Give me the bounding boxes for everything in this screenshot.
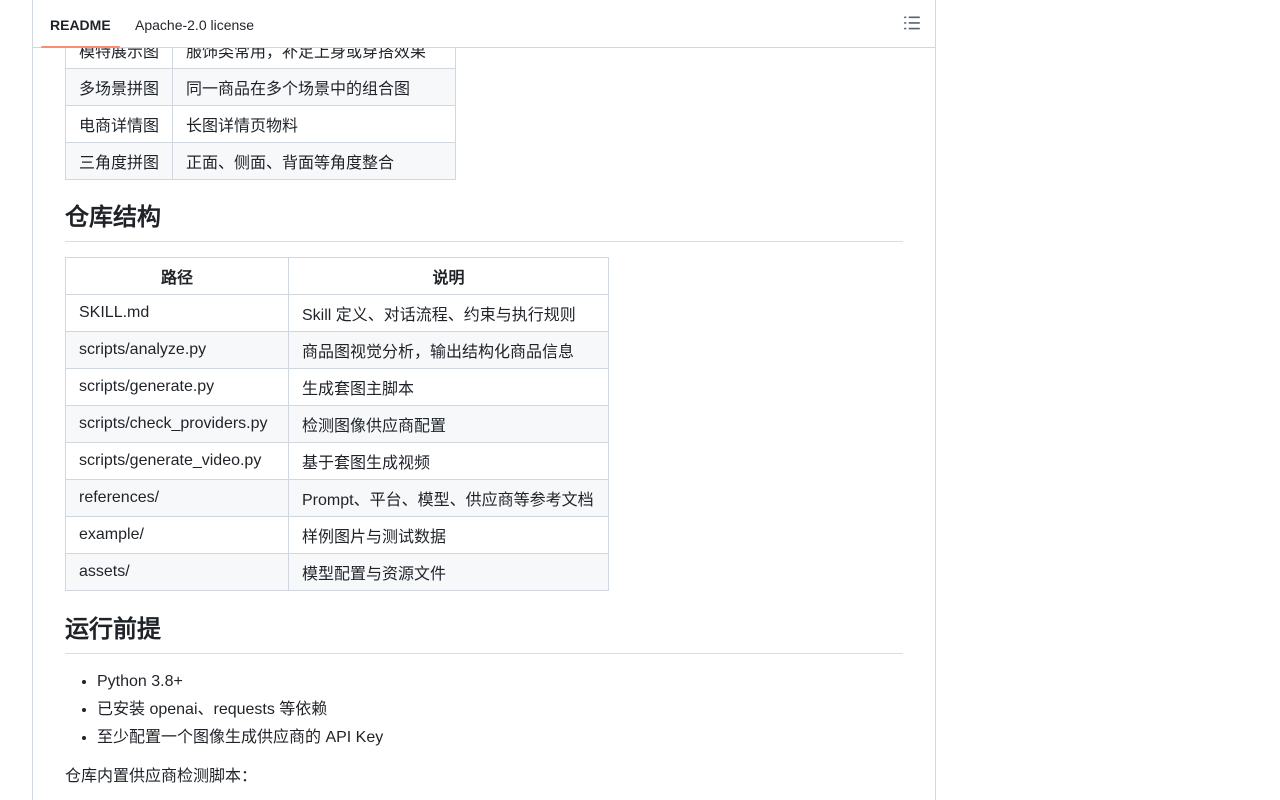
readme-panel: README Apache-2.0 license 模特展示图 服饰类常用，补足…: [32, 0, 936, 800]
prerequisites-heading: 运行前提: [65, 615, 903, 654]
table-cell: scripts/analyze.py: [65, 331, 289, 369]
tab-license[interactable]: Apache-2.0 license: [135, 0, 254, 47]
table-cell: 模型配置与资源文件: [288, 553, 609, 591]
table-row: example/ 样例图片与测试数据: [65, 516, 609, 554]
table-row: references/ Prompt、平台、模型、供应商等参考文档: [65, 479, 609, 517]
table-row: scripts/analyze.py 商品图视觉分析，输出结构化商品信息: [65, 331, 609, 369]
prerequisites-list: Python 3.8+ 已安装 openai、requests 等依赖 至少配置…: [65, 668, 383, 752]
table-cell: SKILL.md: [65, 294, 289, 332]
table-cell: 长图详情页物料: [172, 105, 457, 143]
provider-check-note: 仓库内置供应商检测脚本：: [65, 768, 258, 785]
table-cell: assets/: [65, 553, 289, 591]
tab-readme[interactable]: README: [41, 0, 120, 48]
table-cell: 正面、侧面、背面等角度整合: [172, 142, 457, 180]
table-cell: Prompt、平台、模型、供应商等参考文档: [288, 479, 609, 517]
table-row: assets/ 模型配置与资源文件: [65, 553, 609, 591]
table-cell: 基于套图生成视频: [288, 442, 609, 480]
list-item: 至少配置一个图像生成供应商的 API Key: [97, 724, 383, 752]
table-cell: scripts/generate_video.py: [65, 442, 289, 480]
table-cell: example/: [65, 516, 289, 554]
column-header-description: 说明: [288, 257, 609, 295]
table-cell: 三角度拼图: [64, 142, 174, 180]
list-item: Python 3.8+: [97, 668, 383, 696]
table-cell: 同一商品在多个场景中的组合图: [172, 68, 457, 106]
table-cell: 检测图像供应商配置: [288, 405, 609, 443]
readme-tabbar: README Apache-2.0 license: [33, 0, 935, 48]
table-cell: 样例图片与测试数据: [288, 516, 609, 554]
table-cell: 商品图视觉分析，输出结构化商品信息: [288, 331, 609, 369]
list-item: 已安装 openai、requests 等依赖: [97, 696, 383, 724]
table-cell: scripts/generate.py: [65, 368, 289, 406]
table-row: 电商详情图 长图详情页物料: [64, 105, 457, 143]
table-row: 多场景拼图 同一商品在多个场景中的组合图: [64, 68, 457, 106]
repo-structure-table: 路径 说明 SKILL.md Skill 定义、对话流程、约束与执行规则 scr…: [65, 257, 609, 591]
repo-structure-heading: 仓库结构: [65, 203, 903, 242]
table-cell: references/: [65, 479, 289, 517]
column-header-path: 路径: [65, 257, 289, 295]
table-row: scripts/check_providers.py 检测图像供应商配置: [65, 405, 609, 443]
table-cell: Skill 定义、对话流程、约束与执行规则: [288, 294, 609, 332]
list-unordered-icon[interactable]: [903, 14, 921, 32]
table-cell: scripts/check_providers.py: [65, 405, 289, 443]
table-cell: 多场景拼图: [64, 68, 174, 106]
table-row: scripts/generate_video.py 基于套图生成视频: [65, 442, 609, 480]
table-cell: 生成套图主脚本: [288, 368, 609, 406]
table-row: SKILL.md Skill 定义、对话流程、约束与执行规则: [65, 294, 609, 332]
table-header-row: 路径 说明: [65, 257, 609, 295]
table-row: scripts/generate.py 生成套图主脚本: [65, 368, 609, 406]
table-cell: 电商详情图: [64, 105, 174, 143]
image-types-table: 模特展示图 服饰类常用，补足上身或穿搭效果 多场景拼图 同一商品在多个场景中的组…: [64, 31, 457, 180]
table-row: 三角度拼图 正面、侧面、背面等角度整合: [64, 142, 457, 180]
